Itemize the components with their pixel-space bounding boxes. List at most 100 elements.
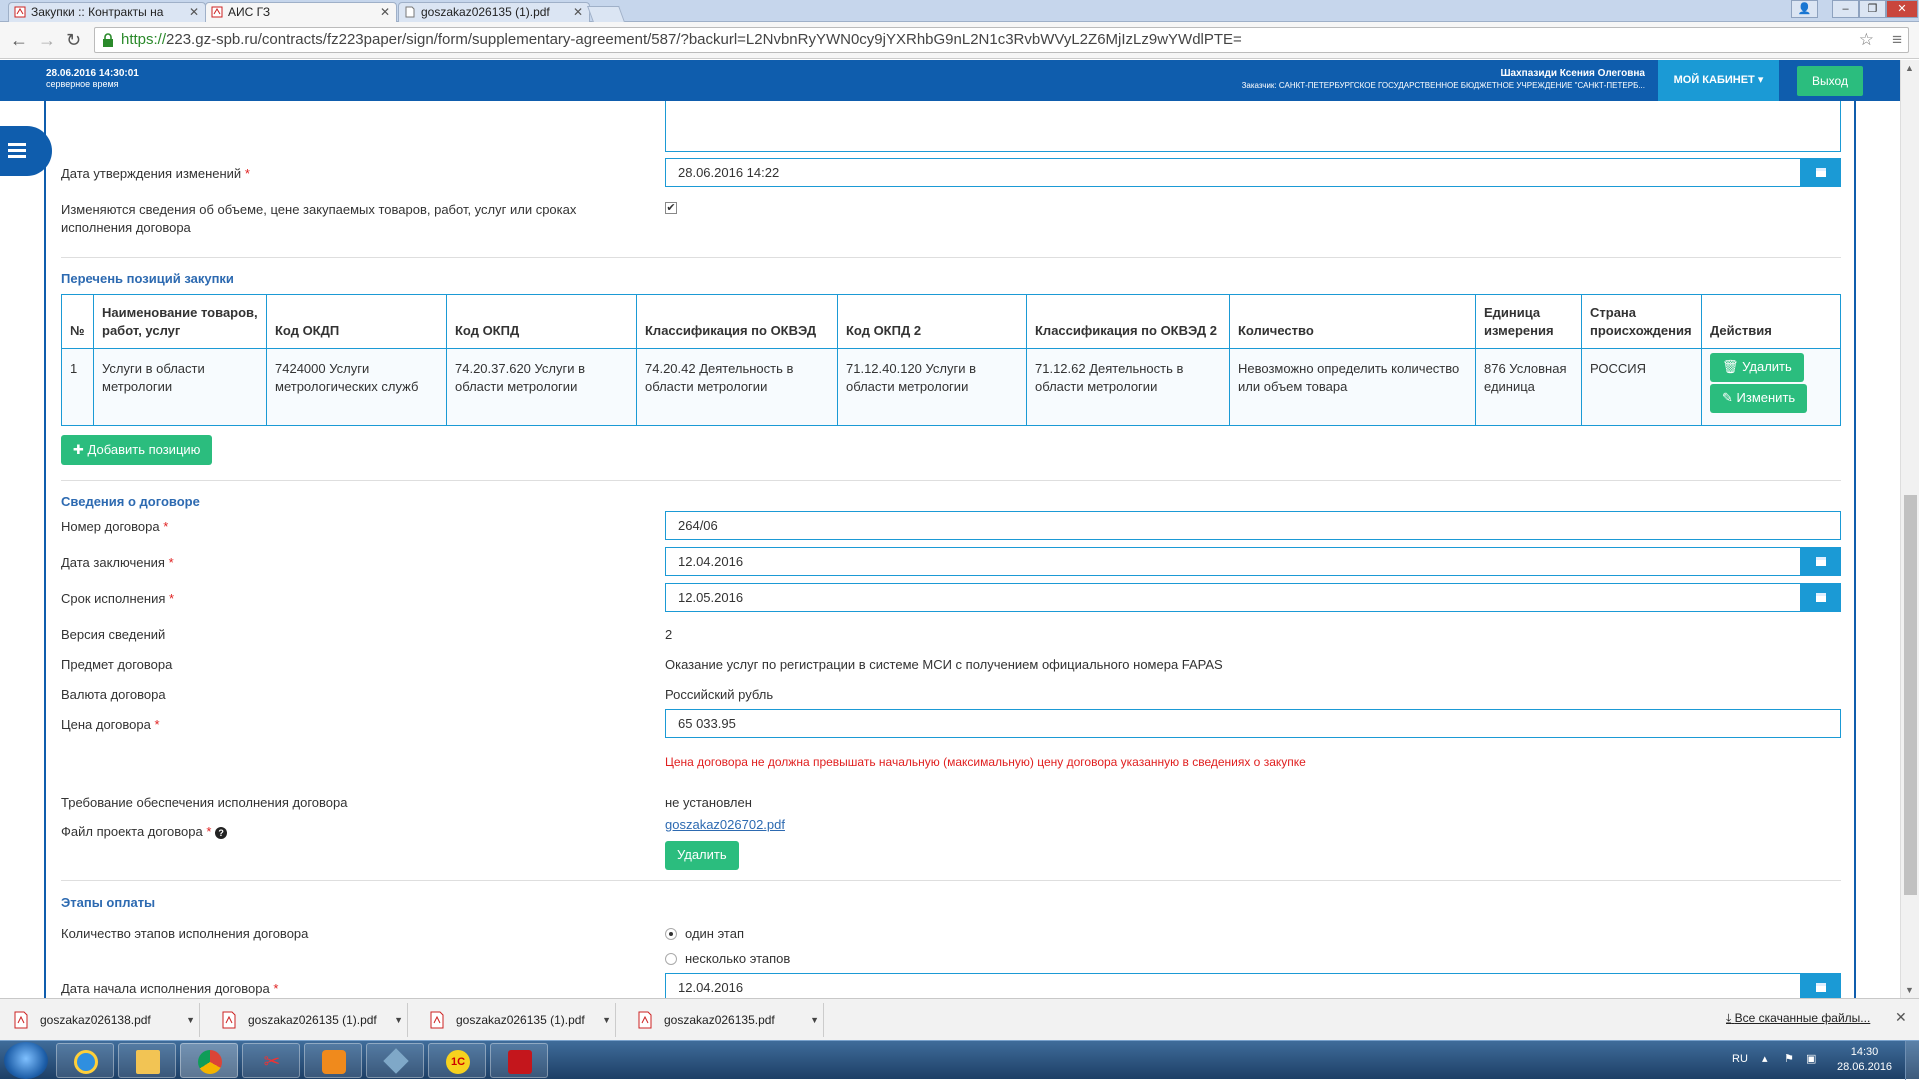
calendar-button[interactable] xyxy=(1801,583,1841,612)
browser-tab-pdf[interactable]: goszakaz026135 (1).pdf ✕ xyxy=(398,2,590,22)
calendar-button[interactable] xyxy=(1801,547,1841,576)
clock[interactable]: 14:30 28.06.2016 xyxy=(1837,1045,1892,1075)
download-item[interactable]: goszakaz026135 (1).pdf ▼ xyxy=(416,1003,616,1037)
downloads-bar: goszakaz026138.pdf ▼ goszakaz026135 (1).p… xyxy=(0,998,1919,1040)
download-item[interactable]: goszakaz026135 (1).pdf ▼ xyxy=(208,1003,408,1037)
table-cell: РОССИЯ xyxy=(1581,348,1702,426)
column-header: Код ОКПД xyxy=(446,294,637,349)
my-cabinet-button[interactable]: МОЙ КАБИНЕТ ▾ xyxy=(1658,60,1779,101)
taskbar-chrome-button[interactable] xyxy=(180,1043,238,1078)
taskbar-explorer-button[interactable] xyxy=(118,1043,176,1078)
reload-icon[interactable]: ↻ xyxy=(66,30,81,50)
calendar-button[interactable] xyxy=(1801,973,1841,998)
currency-label: Валюта договора xyxy=(61,687,166,702)
approval-date-label: Дата утверждения изменений * xyxy=(61,166,250,181)
acrobat-icon xyxy=(508,1050,532,1074)
download-item[interactable]: goszakaz026135.pdf ▼ xyxy=(624,1003,824,1037)
minimize-button[interactable]: – xyxy=(1832,0,1859,18)
flag-icon[interactable]: ⚑ xyxy=(1784,1052,1794,1065)
hamburger-icon xyxy=(8,143,26,146)
server-datetime: 28.06.2016 14:30:01 серверное время xyxy=(46,68,139,89)
url-scheme: https:// xyxy=(121,31,167,48)
bookmark-star-icon[interactable]: ☆ xyxy=(1859,28,1874,52)
new-tab-button[interactable] xyxy=(587,6,625,22)
help-icon[interactable]: ? xyxy=(215,827,228,839)
column-header: № xyxy=(61,294,94,349)
calendar-icon xyxy=(1816,593,1826,602)
user-icon[interactable]: 👤 xyxy=(1791,0,1818,18)
contract-section-title: Сведения о договоре xyxy=(61,494,200,509)
conclusion-date-input[interactable]: 12.04.2016 xyxy=(665,547,1801,576)
delete-file-button[interactable]: Удалить xyxy=(665,841,739,870)
taskbar-1c-button[interactable]: 1C xyxy=(428,1043,486,1078)
dropdown-arrow-icon[interactable]: ▼ xyxy=(186,1003,195,1037)
add-position-button[interactable]: ✚ Добавить позицию xyxy=(61,435,213,465)
ie-icon xyxy=(74,1050,98,1074)
price-error-message: Цена договора не должна превышать началь… xyxy=(665,755,1306,769)
version-value: 2 xyxy=(665,627,673,642)
taskbar-acrobat-button[interactable] xyxy=(490,1043,548,1078)
restore-button[interactable]: ❐ xyxy=(1859,0,1886,18)
pdf-icon xyxy=(222,1011,236,1029)
contract-number-input[interactable]: 264/06 xyxy=(665,511,1841,540)
show-desktop-button[interactable] xyxy=(1905,1041,1919,1080)
dropdown-arrow-icon[interactable]: ▼ xyxy=(810,1003,819,1037)
back-arrow-icon[interactable]: ← xyxy=(10,30,28,50)
folder-icon xyxy=(136,1050,160,1074)
pdf-icon xyxy=(211,6,223,18)
close-icon[interactable]: ✕ xyxy=(573,3,583,21)
network-status-icon[interactable]: ▣ xyxy=(1806,1052,1816,1065)
close-icon[interactable]: ✕ xyxy=(380,3,390,21)
stages-label: Количество этапов исполнения договора xyxy=(61,926,309,941)
logout-button[interactable]: Выход xyxy=(1797,66,1863,96)
edit-position-button[interactable]: ✎ Изменить xyxy=(1710,384,1808,413)
changes-checkbox[interactable]: ✔ xyxy=(665,202,677,214)
payment-section-title: Этапы оплаты xyxy=(61,895,156,910)
taskbar-ie-button[interactable] xyxy=(56,1043,114,1078)
calendar-button[interactable] xyxy=(1801,158,1841,187)
price-input[interactable]: 65 033.95 xyxy=(665,709,1841,738)
browser-tab-zakupki[interactable]: Закупки :: Контракты на ✕ xyxy=(8,2,206,22)
table-cell: 7424000 Услуги метрологических служб xyxy=(266,348,447,426)
radio-multiple-stages[interactable] xyxy=(665,953,677,965)
delete-position-button[interactable]: 🗑 Удалить xyxy=(1710,353,1804,382)
customer-name: Заказчик: САНКТ-ПЕТЕРБУРГСКОЕ ГОСУДАРСТВ… xyxy=(1241,81,1645,90)
url-input[interactable]: https://223.gz-spb.ru/contracts/fz223pap… xyxy=(94,27,1909,53)
download-icon: ⤓ xyxy=(1726,1011,1732,1025)
actions-cell: 🗑 Удалить ✎ Изменить xyxy=(1701,348,1841,426)
execution-term-input[interactable]: 12.05.2016 xyxy=(665,583,1801,612)
sidebar-toggle-button[interactable] xyxy=(0,126,52,176)
all-downloads-link[interactable]: ⤓ Все скачанные файлы... xyxy=(1726,1011,1870,1026)
table-header-row: № Наименование товаров, работ, услуг Код… xyxy=(61,294,1841,349)
scroll-down-icon[interactable]: ▼ xyxy=(1905,985,1914,995)
dropdown-arrow-icon[interactable]: ▼ xyxy=(602,1003,611,1037)
vertical-scrollbar[interactable]: ▲ ▼ xyxy=(1900,60,1919,998)
chevron-up-icon[interactable]: ▴ xyxy=(1762,1052,1768,1065)
dropdown-arrow-icon[interactable]: ▼ xyxy=(394,1003,403,1037)
table-cell: 74.20.42 Деятельность в области метролог… xyxy=(636,348,838,426)
radio-one-stage[interactable] xyxy=(665,928,677,940)
column-header: Код ОКДП xyxy=(266,294,447,349)
taskbar-media-button[interactable] xyxy=(304,1043,362,1078)
browser-tab-ais-gz[interactable]: АИС ГЗ ✕ xyxy=(205,2,397,23)
start-button[interactable] xyxy=(4,1042,48,1079)
close-window-button[interactable]: ✕ xyxy=(1886,0,1918,18)
forward-arrow-icon[interactable]: → xyxy=(38,30,56,50)
scroll-up-icon[interactable]: ▲ xyxy=(1905,63,1914,73)
download-item[interactable]: goszakaz026138.pdf ▼ xyxy=(0,1003,200,1037)
approval-date-input[interactable]: 28.06.2016 14:22 xyxy=(665,158,1801,187)
taskbar-app-button[interactable]: ✂ xyxy=(242,1043,300,1078)
close-icon[interactable]: ✕ xyxy=(189,3,199,21)
taskbar-app-button[interactable] xyxy=(366,1043,424,1078)
menu-icon[interactable]: ≡ xyxy=(1892,28,1902,52)
calendar-icon xyxy=(1816,168,1826,177)
positions-section-title: Перечень позиций закупки xyxy=(61,271,234,286)
browser-tab-bar: Закупки :: Контракты на ✕ АИС ГЗ ✕ gosza… xyxy=(0,0,1919,23)
language-indicator[interactable]: RU xyxy=(1732,1053,1748,1065)
scrollbar-thumb[interactable] xyxy=(1904,495,1917,895)
start-date-input[interactable]: 12.04.2016 xyxy=(665,973,1801,998)
close-icon[interactable]: ✕ xyxy=(1895,1009,1907,1026)
file-link[interactable]: goszakaz026702.pdf xyxy=(665,817,785,832)
comment-textarea[interactable] xyxy=(665,101,1841,152)
column-header: Классификация по ОКВЭД 2 xyxy=(1026,294,1230,349)
